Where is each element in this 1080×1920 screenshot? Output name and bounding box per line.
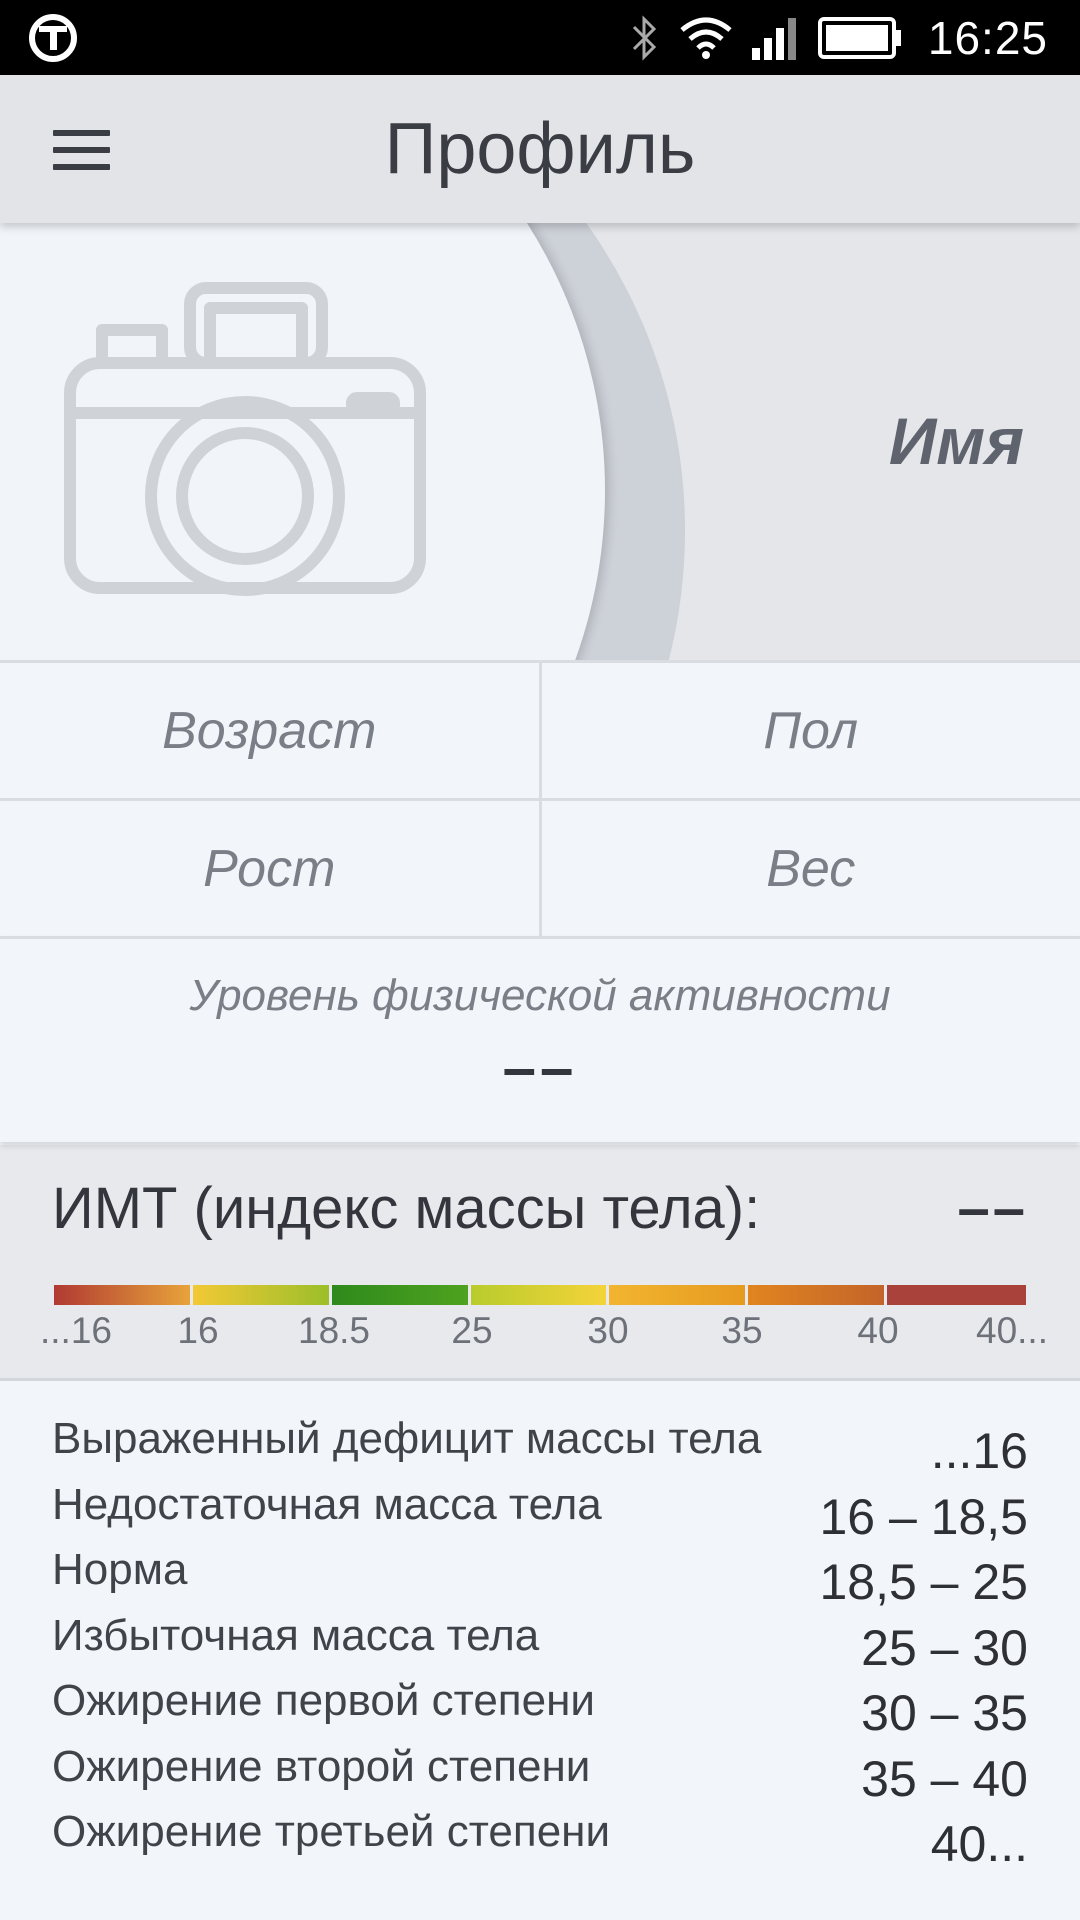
activity-level-value: ––: [502, 1034, 578, 1101]
bmi-category-row: Норма 18,5 – 25: [0, 1545, 1080, 1611]
height-field[interactable]: Рост: [0, 801, 539, 936]
wifi-icon: [680, 17, 732, 59]
bmi-category-row: Ожирение второй степени 35 – 40: [0, 1742, 1080, 1808]
bmi-category-row: Ожирение первой степени 30 – 35: [0, 1676, 1080, 1742]
page-title: Профиль: [384, 109, 696, 189]
bmi-tick-label: 25: [451, 1310, 493, 1351]
bmi-category-range: 40...: [930, 1816, 1028, 1872]
bluetooth-icon: [632, 14, 656, 61]
status-icons: 16:25: [630, 0, 1048, 75]
camera-icon[interactable]: [62, 268, 432, 608]
bmi-tick-label: ...16: [40, 1310, 112, 1351]
weight-field[interactable]: Вес: [538, 801, 1080, 936]
app-bar: Профиль: [0, 75, 1080, 223]
activity-level-field[interactable]: Уровень физической активности ––: [0, 936, 1080, 1142]
bmi-tick-label: 40...: [976, 1310, 1048, 1351]
status-time: 16:25: [927, 11, 1048, 64]
bmi-category-label: Ожирение первой степени: [52, 1676, 595, 1725]
bmi-category-label: Недостаточная масса тела: [52, 1479, 602, 1529]
bmi-scale-segment: [470, 1285, 610, 1305]
bmi-category-row: Недостаточная масса тела 16 – 18,5: [0, 1480, 1080, 1546]
bmi-tick-label: 18.5: [297, 1310, 371, 1351]
bmi-categories-table: Выраженный дефицит массы тела ...16 Недост…: [0, 1384, 1080, 1873]
bmi-category-label: Избыточная масса тела: [52, 1610, 540, 1660]
bmi-category-row: Ожирение третьей степени 40...: [0, 1807, 1080, 1873]
profile-header: Имя: [0, 223, 1080, 660]
age-field[interactable]: Возраст: [0, 663, 539, 798]
bmi-category-range: 30 – 35: [861, 1685, 1028, 1741]
bmi-title: ИМТ (индекс массы тела):: [52, 1176, 761, 1241]
bmi-scale-segment: [748, 1285, 888, 1305]
app-logo-icon: [29, 14, 77, 62]
bmi-category-label: Выраженный дефицит массы тела: [52, 1414, 762, 1463]
menu-icon-bar: [53, 147, 110, 153]
bmi-scale-segment: [192, 1285, 332, 1305]
bmi-tick-label: 16: [177, 1310, 219, 1351]
bmi-category-range: ...16: [930, 1423, 1028, 1479]
bmi-category-label: Ожирение второй степени: [52, 1741, 591, 1791]
bmi-section: ИМТ (индекс массы тела): –– ...16 16 18.5 2…: [0, 1145, 1080, 1381]
profile-screen: 16:25 Профиль Имя Возраст Пол Рост Вес У…: [0, 0, 1080, 1920]
menu-icon: [53, 130, 110, 136]
bmi-category-range: 16 – 18,5: [819, 1488, 1028, 1545]
activity-level-label: Уровень физической активности: [189, 971, 891, 1020]
bmi-category-range: 25 – 30: [861, 1619, 1028, 1676]
battery-icon: [817, 16, 901, 59]
bmi-category-label: Норма: [52, 1545, 188, 1594]
bmi-tick-labels: ...16 16 18.5 25 30 35 40 40...: [0, 1310, 1080, 1360]
bmi-category-range: 35 – 40: [861, 1750, 1028, 1807]
profile-fields: Возраст Пол Рост Вес Уровень физической …: [0, 660, 1080, 1142]
bmi-scale-segment: [887, 1285, 1026, 1305]
bmi-category-row: Выраженный дефицит массы тела ...16: [0, 1414, 1080, 1480]
bmi-scale-segment: [54, 1285, 193, 1305]
field-row: Возраст Пол: [0, 660, 1080, 798]
field-row: Рост Вес: [0, 798, 1080, 936]
menu-icon-bar: [53, 164, 110, 170]
bmi-scale: [54, 1285, 1026, 1305]
bmi-tick-label: 30: [587, 1310, 629, 1351]
signal-icon: [751, 17, 796, 60]
bmi-category-row: Избыточная масса тела 25 – 30: [0, 1611, 1080, 1677]
bmi-category-range: 18,5 – 25: [819, 1554, 1028, 1610]
bmi-category-label: Ожирение третьей степени: [52, 1807, 611, 1856]
bmi-value: ––: [957, 1176, 1028, 1241]
bmi-scale-segment: [331, 1285, 471, 1305]
bmi-tick-label: 40: [857, 1310, 899, 1351]
menu-button[interactable]: [38, 115, 124, 185]
bmi-tick-label: 35: [721, 1310, 763, 1351]
bmi-scale-segment: [609, 1285, 749, 1305]
status-bar: 16:25: [0, 0, 1080, 75]
name-field[interactable]: Имя: [889, 403, 1024, 479]
gender-field[interactable]: Пол: [538, 663, 1080, 798]
